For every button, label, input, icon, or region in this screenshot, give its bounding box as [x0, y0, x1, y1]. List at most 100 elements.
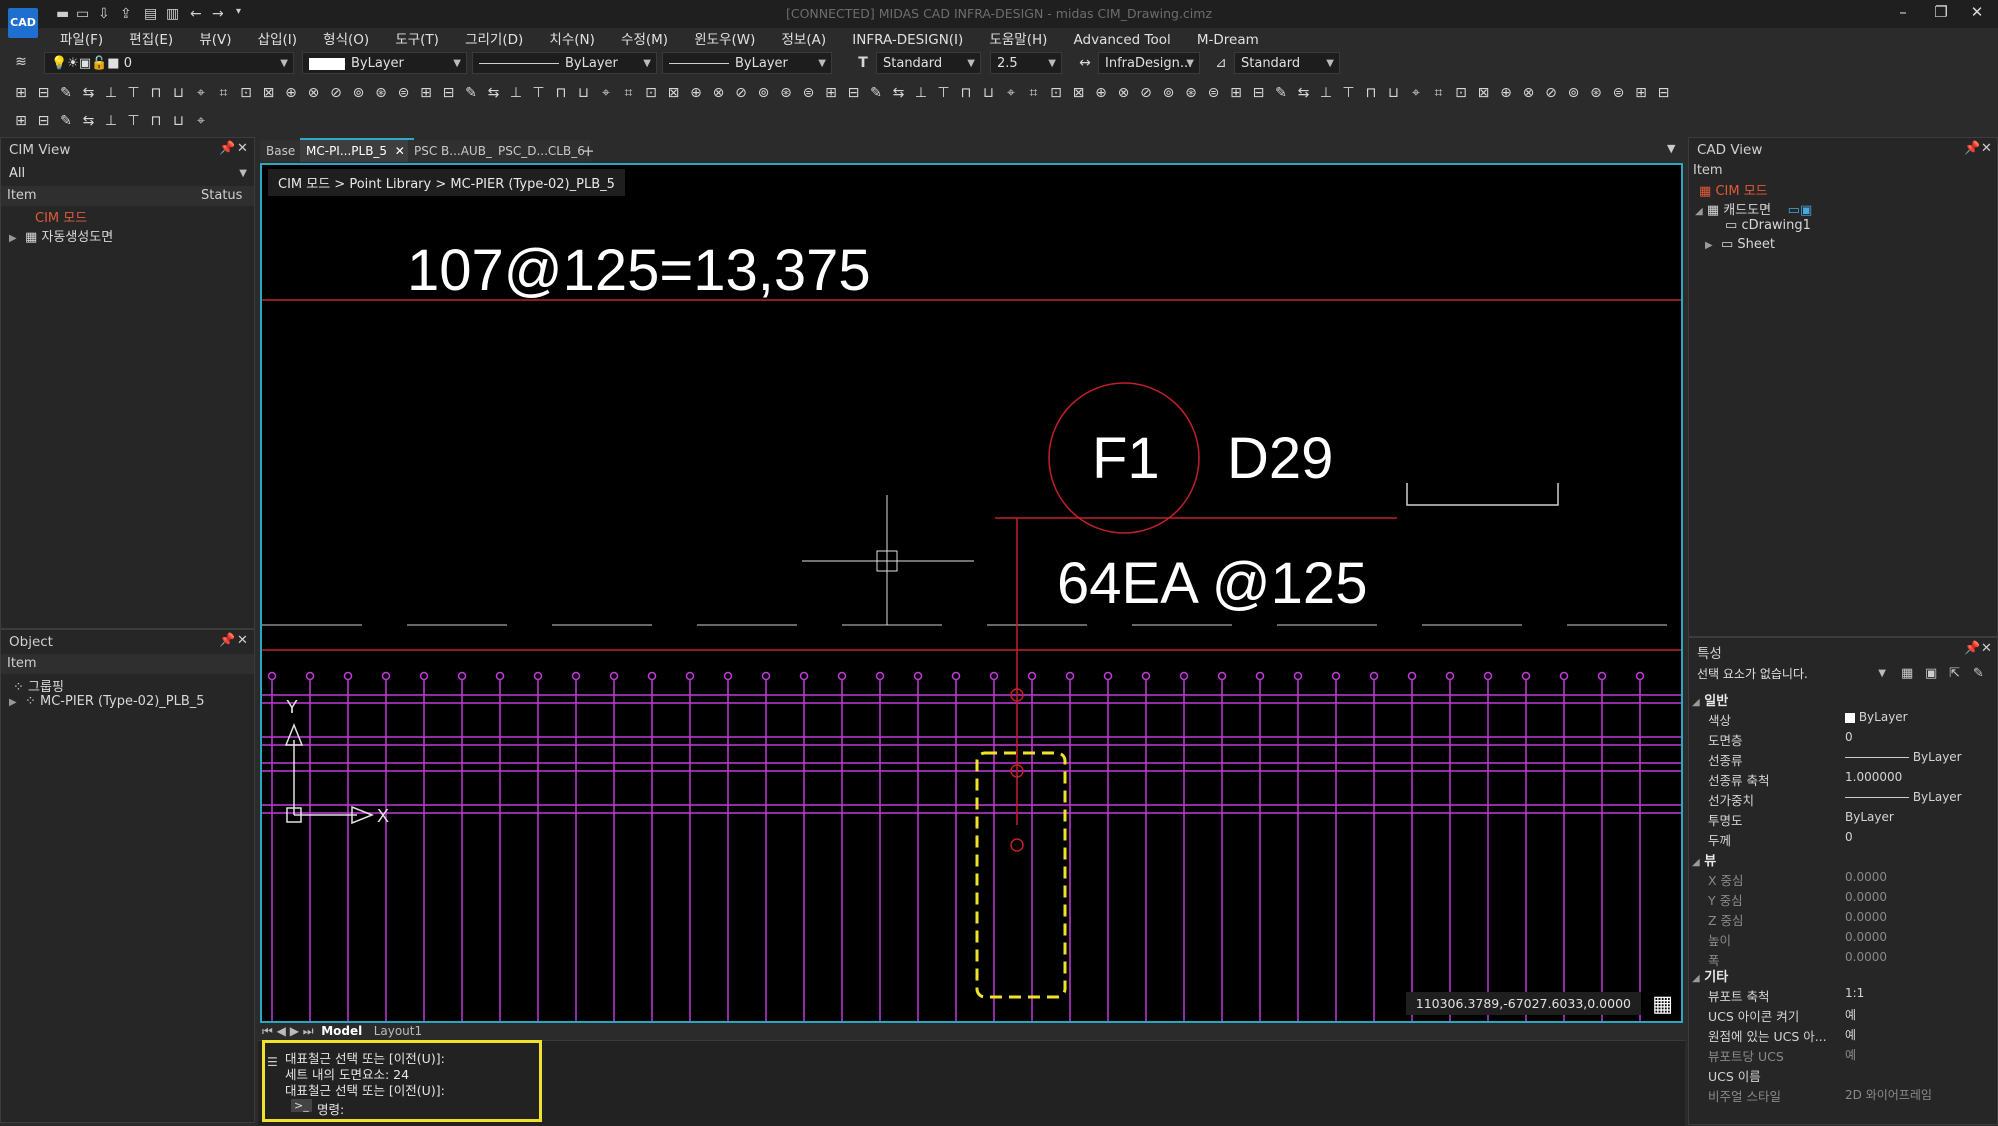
- menu-view[interactable]: 뷰(V): [199, 28, 231, 48]
- close-icon[interactable]: ✕: [395, 144, 405, 158]
- toolbar-tool-icon[interactable]: ⊗: [305, 84, 323, 102]
- toolbar-tool-icon[interactable]: ⊔: [575, 84, 593, 102]
- menu-draw[interactable]: 그리기(D): [465, 28, 523, 48]
- toolbar-tool-icon[interactable]: ⌗: [1025, 84, 1043, 102]
- toolbar-tool-icon[interactable]: ⊡: [1452, 84, 1470, 102]
- toolbar-tool-icon[interactable]: ⊡: [237, 84, 255, 102]
- menu-modify[interactable]: 수정(M): [621, 28, 668, 48]
- tree-item-cad-drawing[interactable]: ◢ ▦ 캐드도면 ▭▣: [1695, 199, 1812, 218]
- section-view[interactable]: ◢ 뷰: [1692, 850, 1716, 869]
- toolbar-tool-icon[interactable]: ⊛: [1182, 84, 1200, 102]
- text-style-combo[interactable]: Standard ▼: [876, 52, 981, 74]
- tab-list-icon[interactable]: ▼: [1667, 142, 1675, 155]
- new-file-icon[interactable]: ▬: [56, 6, 69, 22]
- add-tab-button[interactable]: +: [576, 140, 601, 162]
- toolbar-tool-icon[interactable]: ⊟: [440, 84, 458, 102]
- toolbar-tool-icon[interactable]: ⊚: [755, 84, 773, 102]
- toolbar-tool-icon[interactable]: ⊜: [800, 84, 818, 102]
- drawing-canvas[interactable]: 107@125=13,375 F1 D29 64EA @125 Y X CIM …: [260, 163, 1683, 1023]
- collapse-icon[interactable]: ◢: [1695, 206, 1703, 217]
- toolbar-tool-icon[interactable]: ⊥: [912, 84, 930, 102]
- table-style-combo[interactable]: Standard ▼: [1234, 52, 1340, 74]
- prop-value-ucs-icon-on[interactable]: 예: [1845, 1006, 1856, 1023]
- toolbar-tool-icon[interactable]: ⇆: [1295, 84, 1313, 102]
- toolbar-tool-icon[interactable]: ⊤: [125, 84, 143, 102]
- menu-edit[interactable]: 편집(E): [129, 28, 173, 48]
- toolbar-tool-icon[interactable]: ⊥: [507, 84, 525, 102]
- toolbar-tool-icon[interactable]: ⊞: [12, 84, 30, 102]
- toolbar-tool-icon[interactable]: ✎: [462, 84, 480, 102]
- expand-icon[interactable]: ▶: [1705, 240, 1713, 251]
- toolbar-tool-icon[interactable]: ⌖: [597, 84, 615, 102]
- toolbar-tool-icon[interactable]: ⊞: [417, 84, 435, 102]
- color-combo[interactable]: ByLayer ▼: [302, 52, 467, 74]
- toolbar-tool-icon[interactable]: ⊔: [170, 84, 188, 102]
- layer-combo[interactable]: 💡☀▣🔓■ 0 ▼: [44, 52, 294, 74]
- toolbar-tool-icon[interactable]: ⊥: [1317, 84, 1335, 102]
- qa-dropdown-icon[interactable]: ▾: [236, 6, 241, 17]
- toolbar-tool-icon[interactable]: ⊟: [1250, 84, 1268, 102]
- toolbar-tool-icon[interactable]: ⊜: [1610, 84, 1628, 102]
- toolbar-tool-icon[interactable]: ⌖: [192, 112, 210, 130]
- toolbar-tool-icon[interactable]: ⊓: [957, 84, 975, 102]
- view-toggle-icon[interactable]: ▭▣: [1788, 203, 1813, 218]
- toolbar-tool-icon[interactable]: ⊕: [1092, 84, 1110, 102]
- tab-base[interactable]: Base: [260, 140, 302, 162]
- print-icon[interactable]: ▤: [144, 6, 157, 22]
- next-layout-icon[interactable]: ▶: [290, 1024, 299, 1038]
- prop-value-layer[interactable]: 0: [1845, 730, 1853, 744]
- close-icon[interactable]: ✕: [237, 633, 248, 648]
- prop-value-viewport-scale[interactable]: 1:1: [1845, 986, 1864, 1000]
- menu-help[interactable]: 도움말(H): [989, 28, 1047, 48]
- toolbar-tool-icon[interactable]: ⌗: [620, 84, 638, 102]
- pickadd-icon[interactable]: ⇱: [1949, 666, 1960, 681]
- selection-select[interactable]: 선택 요소가 없습니다. ▼: [1691, 664, 1891, 684]
- tree-item-sheet[interactable]: ▶ ▭ Sheet: [1705, 237, 1775, 252]
- redo-icon[interactable]: →: [212, 6, 224, 22]
- toolbar-tool-icon[interactable]: ⊓: [147, 112, 165, 130]
- toolbar-tool-icon[interactable]: ⊔: [170, 112, 188, 130]
- plot-icon[interactable]: ▥: [166, 6, 179, 22]
- toolbar-tool-icon[interactable]: ⊛: [777, 84, 795, 102]
- close-icon[interactable]: ✕: [1981, 141, 1992, 156]
- text-height-combo[interactable]: 2.5 ▼: [990, 52, 1062, 74]
- toolbar-tool-icon[interactable]: ⊞: [1227, 84, 1245, 102]
- toolbar-tool-icon[interactable]: ⊗: [1520, 84, 1538, 102]
- menu-info[interactable]: 정보(A): [782, 28, 827, 48]
- tree-item-cim-mode[interactable]: CIM 모드: [35, 207, 87, 226]
- menu-window[interactable]: 윈도우(W): [694, 28, 755, 48]
- menu-infra-design[interactable]: INFRA-DESIGN(I): [852, 32, 963, 48]
- toolbar-tool-icon[interactable]: ⊞: [822, 84, 840, 102]
- toolbar-tool-icon[interactable]: ⊕: [282, 84, 300, 102]
- open-file-icon[interactable]: ▭: [76, 6, 89, 22]
- quick-select-icon[interactable]: ▦: [1901, 666, 1913, 681]
- minimize-icon[interactable]: –: [1888, 3, 1918, 21]
- restore-icon[interactable]: ❐: [1926, 3, 1956, 21]
- menu-format[interactable]: 형식(O): [323, 28, 369, 48]
- prop-value-linetype[interactable]: ByLayer: [1845, 750, 1962, 764]
- first-layout-icon[interactable]: ⏮: [262, 1024, 273, 1038]
- toolbar-tool-icon[interactable]: ⊓: [552, 84, 570, 102]
- toolbar-tool-icon[interactable]: ✎: [57, 84, 75, 102]
- dim-style-combo[interactable]: InfraDesign... ▼: [1098, 52, 1200, 74]
- toolbar-tool-icon[interactable]: ⊛: [372, 84, 390, 102]
- save-as-icon[interactable]: ⇪: [120, 6, 132, 22]
- tab-mc-pier[interactable]: MC-PI...PLB_5 ✕: [300, 138, 414, 162]
- table-style-icon[interactable]: ⊿: [1212, 54, 1230, 72]
- toolbar-tool-icon[interactable]: ⊡: [1047, 84, 1065, 102]
- toolbar-tool-icon[interactable]: ⊕: [687, 84, 705, 102]
- toolbar-tool-icon[interactable]: ⇆: [80, 84, 98, 102]
- toolbar-tool-icon[interactable]: ⊚: [1565, 84, 1583, 102]
- tab-layout1[interactable]: Layout1: [374, 1024, 422, 1038]
- toolbar-tool-icon[interactable]: ⊓: [1362, 84, 1380, 102]
- toolbar-tool-icon[interactable]: ⊟: [845, 84, 863, 102]
- prop-value-transparency[interactable]: ByLayer: [1845, 810, 1894, 824]
- toolbar-tool-icon[interactable]: ⊞: [12, 112, 30, 130]
- toolbar-tool-icon[interactable]: ⊤: [1340, 84, 1358, 102]
- match-props-icon[interactable]: ✎: [1973, 666, 1984, 681]
- toolbar-tool-icon[interactable]: ⌖: [1002, 84, 1020, 102]
- prop-value-color[interactable]: ByLayer: [1845, 710, 1908, 724]
- toolbar-tool-icon[interactable]: ⌖: [192, 84, 210, 102]
- toolbar-tool-icon[interactable]: ⊟: [1655, 84, 1673, 102]
- close-icon[interactable]: ✕: [1981, 641, 1992, 656]
